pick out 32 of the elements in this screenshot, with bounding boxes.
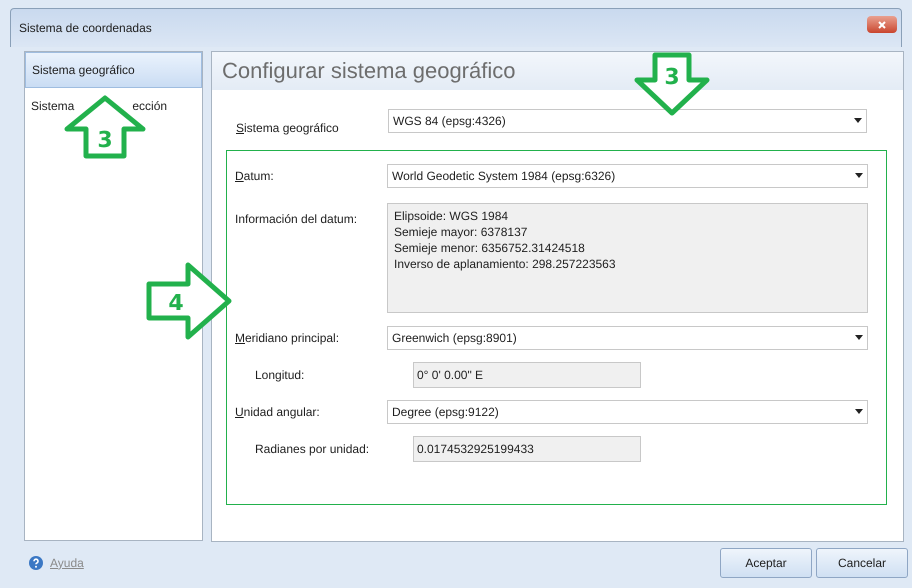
dropdown[interactable]: Degree (epsg:9122) (387, 400, 868, 424)
close-button[interactable] (867, 16, 897, 34)
dropdown[interactable]: WGS 84 (epsg:4326) (388, 108, 867, 133)
dialog-button[interactable]: Aceptar (720, 548, 812, 578)
dialog-button[interactable]: Cancelar (816, 548, 908, 578)
help-icon (28, 554, 44, 571)
field-label: Sistema geográfico (236, 120, 339, 135)
readonly-field: 0° 0' 0.00" E (413, 362, 641, 388)
field-label: Información del datum: (235, 212, 358, 226)
annotation-arrow: 3 (634, 52, 710, 116)
caret-icon (855, 173, 863, 178)
dropdown[interactable]: World Geodetic System 1984 (epsg:6326) (387, 164, 868, 188)
field-label: Unidad angular: (235, 404, 320, 419)
sidebar-item[interactable]: Sistema ección (25, 88, 202, 124)
caret-icon (854, 118, 862, 124)
window-title: Sistema de coordenadas (19, 20, 153, 37)
panel-heading: Configurar sistema geográfico (222, 57, 516, 86)
caret-icon (855, 409, 863, 414)
info-line: Inverso de aplanamiento: 298.257223563 (394, 256, 617, 272)
readonly-field: 0.0174532925199433 (413, 436, 641, 462)
annotation-arrow: 4 (146, 262, 232, 340)
close-icon (878, 20, 886, 29)
sidebar-item[interactable]: Sistema geográfico (25, 52, 202, 88)
field-label: Meridiano principal: (235, 330, 340, 345)
caret-icon (855, 335, 863, 340)
info-line: Semieje mayor: 6378137 (394, 224, 528, 240)
dropdown[interactable]: Greenwich (epsg:8901) (387, 326, 868, 350)
info-line: Semieje menor: 6356752.31424518 (394, 240, 586, 256)
field-label: Longitud: (255, 368, 304, 382)
info-line: Elipsoide: WGS 1984 (394, 208, 510, 224)
field-label: Radianes por unidad: (255, 442, 370, 456)
field-label: Datum: (235, 168, 274, 183)
